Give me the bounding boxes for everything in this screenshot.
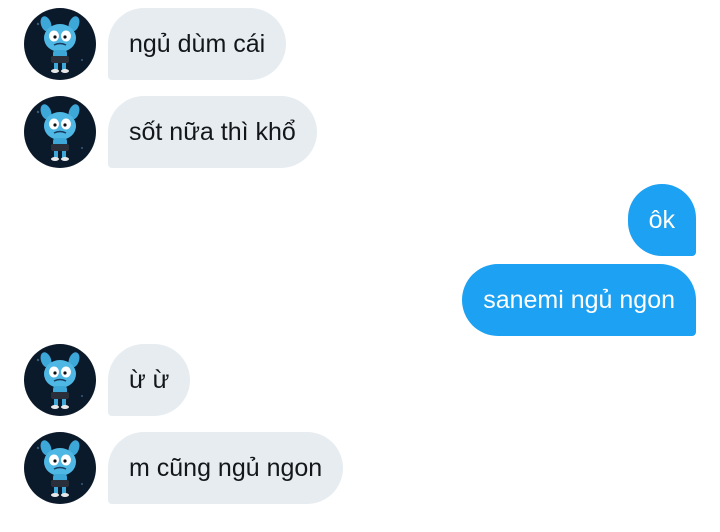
outgoing-message-bubble[interactable]: sanemi ngủ ngon: [462, 264, 696, 336]
message-text: ngủ dùm cái: [129, 29, 266, 58]
message-text: sốt nữa thì khổ: [129, 117, 296, 146]
incoming-message-bubble[interactable]: ngủ dùm cái: [108, 8, 287, 80]
gumball-avatar-icon[interactable]: [24, 344, 96, 416]
message-text: sanemi ngủ ngon: [483, 285, 675, 314]
gumball-avatar-icon[interactable]: [24, 96, 96, 168]
message-text: ừ ừ: [129, 365, 170, 394]
message-text: ôk: [648, 205, 675, 234]
message-text: m cũng ngủ ngon: [129, 453, 323, 482]
gumball-avatar-icon[interactable]: [24, 8, 96, 80]
incoming-message-bubble[interactable]: sốt nữa thì khổ: [108, 96, 317, 168]
incoming-message-bubble[interactable]: m cũng ngủ ngon: [108, 432, 344, 504]
outgoing-message-bubble[interactable]: ôk: [627, 184, 696, 256]
gumball-avatar-icon[interactable]: [24, 432, 96, 504]
incoming-message-bubble[interactable]: ừ ừ: [108, 344, 191, 416]
